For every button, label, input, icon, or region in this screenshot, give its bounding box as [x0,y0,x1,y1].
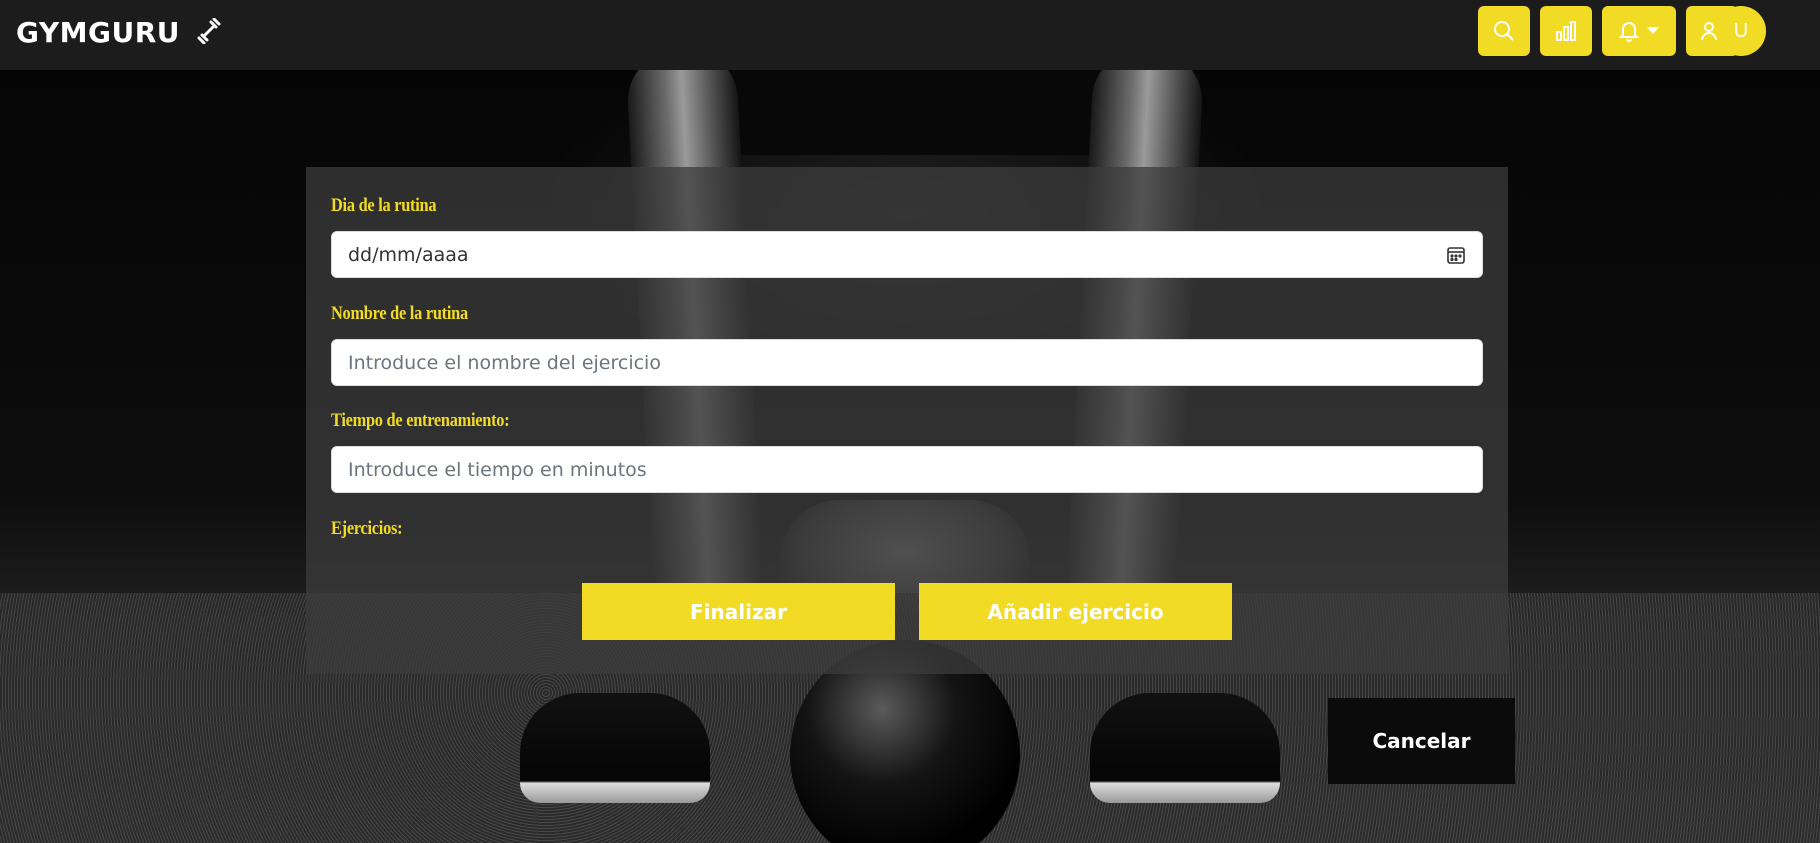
search-button[interactable] [1478,6,1530,56]
background-shoe-right [1090,693,1280,803]
routine-name-label: Nombre de la rutina [331,303,468,324]
dumbbell-icon [196,17,222,51]
bar-chart-icon [1556,21,1576,41]
notifications-dropdown-button[interactable] [1602,6,1676,56]
user-avatar[interactable]: U [1716,6,1766,56]
navbar: GYMGURU U [0,0,1820,70]
bell-icon [1618,22,1640,42]
search-icon [1494,21,1514,41]
cancel-button[interactable]: Cancelar [1328,698,1515,784]
stats-button[interactable] [1540,6,1592,56]
date-input[interactable]: dd/mm/aaaa [331,231,1483,278]
routine-name-input[interactable] [331,339,1483,386]
brand-logo[interactable]: GYMGURU [16,16,222,51]
calendar-icon[interactable] [1446,245,1466,265]
routine-form: Dia de la rutina dd/mm/aaaa Nombre de la… [306,167,1508,674]
finish-button[interactable]: Finalizar [582,583,895,640]
caret-down-icon [1647,27,1659,34]
exercises-label: Ejercicios: [331,518,403,539]
date-label: Dia de la rutina [331,195,437,216]
training-time-label: Tiempo de entrenamiento: [331,410,510,431]
training-time-input[interactable] [331,446,1483,493]
brand-name: GYMGURU [16,16,181,49]
background-shoe-left [520,693,710,803]
add-exercise-button[interactable]: Añadir ejercicio [919,583,1232,640]
date-input-value: dd/mm/aaaa [348,243,469,266]
